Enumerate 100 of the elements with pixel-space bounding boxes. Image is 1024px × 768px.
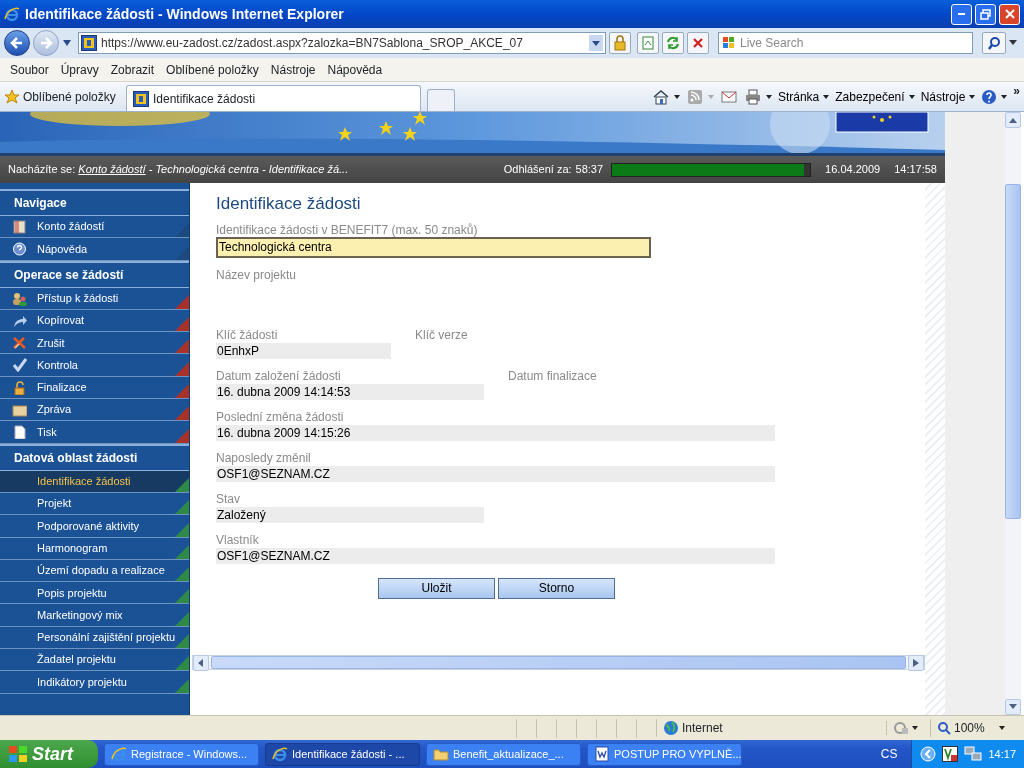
form-title: Identifikace žádosti	[216, 193, 362, 215]
people-icon	[12, 291, 27, 306]
nav-item[interactable]: Harmonogram	[0, 537, 189, 560]
taskbar-button[interactable]: Identifikace žádosti - ...	[265, 742, 420, 766]
field-label: Stav	[216, 491, 241, 506]
nav-item[interactable]: Kopírovat	[0, 309, 189, 333]
field-label: Název projektu	[216, 267, 297, 282]
nav-item[interactable]: Přístup k žádosti	[0, 287, 189, 310]
left-arrow-icon	[198, 658, 204, 667]
nav-item[interactable]: Konto žádostí	[0, 216, 189, 239]
field-label: Vlastník	[216, 532, 260, 547]
menu-item[interactable]: Úpravy	[54, 60, 105, 79]
stop-icon	[692, 37, 704, 49]
menu-item[interactable]: Nástroje	[264, 60, 322, 79]
nav-item[interactable]: Žadatel projektu	[0, 649, 189, 672]
ie-icon	[272, 746, 288, 762]
taskbar-button[interactable]: Registrace - Windows...	[104, 742, 259, 766]
nav-item[interactable]: Zrušit	[0, 332, 189, 355]
vertical-scrollbar[interactable]	[1005, 112, 1021, 715]
help-icon	[12, 242, 27, 257]
field-label: Identifikace žádosti v BENEFIT7 (max. 50 znaků)	[216, 222, 479, 237]
mail-icon[interactable]	[719, 88, 738, 105]
nav-item[interactable]: Indikátory projektu	[0, 671, 189, 694]
nav-item[interactable]: Identifikace žádosti	[0, 470, 189, 493]
printer-icon[interactable]	[743, 88, 762, 105]
menu-item[interactable]: Soubor	[4, 60, 55, 79]
field-label: Poslední změna žádosti	[216, 409, 345, 424]
command-menu[interactable]: Stránka	[777, 87, 830, 106]
field-value: OSF1@SEZNAM.CZ	[216, 465, 775, 482]
close-button[interactable]	[999, 3, 1020, 25]
nav-item[interactable]: Marketingový mix	[0, 604, 189, 627]
nav-item[interactable]: Popis projektu	[0, 582, 189, 605]
windows-flag-icon	[722, 36, 736, 50]
nav-item[interactable]: Tisk	[0, 421, 189, 444]
taskbar-button[interactable]: Benefit_aktualizace_...	[426, 742, 581, 766]
back-arrow-icon	[10, 36, 24, 50]
caret-icon[interactable]	[673, 94, 680, 99]
section-heading: Operace se žádostí	[0, 260, 189, 288]
menu-item[interactable]: Nápověda	[321, 60, 389, 79]
command-menu[interactable]: Nástroje	[920, 87, 976, 106]
language-indicator[interactable]: CS	[880, 745, 898, 763]
favorites-button[interactable]: Oblíbené položky	[4, 87, 120, 106]
clock: 14:17	[988, 746, 1016, 762]
back-button[interactable]	[4, 30, 30, 56]
down-arrow-icon	[1009, 704, 1017, 710]
nav-item[interactable]: Kontrola	[0, 354, 189, 377]
chevron-icon[interactable]	[920, 746, 937, 762]
more-button[interactable]: »	[1013, 82, 1020, 100]
nav-item[interactable]: Nápověda	[0, 238, 189, 261]
time: 14:17:58	[894, 162, 937, 178]
dropdown-arrow-icon[interactable]	[62, 39, 72, 47]
restore-button[interactable]	[975, 3, 996, 25]
nav-item[interactable]: Území dopadu a realizace	[0, 559, 189, 583]
help-icon[interactable]	[981, 88, 998, 105]
network-icon[interactable]	[964, 746, 983, 762]
dropdown-arrow-icon[interactable]	[1009, 40, 1017, 46]
input-field[interactable]: Technologická centra	[216, 236, 651, 258]
checkmark-icon	[12, 358, 27, 373]
nav-item[interactable]: Personální zajištění projektu	[0, 626, 189, 650]
caret-icon[interactable]	[765, 94, 772, 99]
form-button[interactable]: Storno	[498, 577, 615, 599]
nav-item[interactable]: Finalizace	[0, 376, 189, 400]
address-field[interactable]: https://www.eu-zadost.cz/zadost.aspx?zalozka=BN7Sablona_SROP_AKCE_07	[78, 32, 606, 54]
lock-button[interactable]	[609, 32, 631, 54]
field-label: Datum finalizace	[508, 368, 597, 383]
command-menu[interactable]: Zabezpečení	[835, 87, 915, 106]
caret-icon[interactable]	[1001, 94, 1008, 99]
zoom-control[interactable]: 100%	[930, 719, 1020, 737]
horizontal-scrollbar[interactable]	[192, 655, 925, 670]
restore-icon	[980, 8, 991, 20]
menu-item[interactable]: Zobrazit	[104, 60, 161, 79]
envelope-icon	[12, 403, 27, 418]
tray-app-icon[interactable]	[942, 746, 959, 762]
date: 16.04.2009	[825, 162, 881, 178]
nav-item[interactable]: Projekt	[0, 492, 189, 516]
ie-icon	[111, 746, 127, 762]
security-zone[interactable]: Internet	[656, 719, 886, 737]
search-button[interactable]	[982, 32, 1006, 54]
search-field[interactable]: Live Search	[718, 32, 973, 54]
menu-item[interactable]: Oblíbené položky	[160, 60, 265, 79]
form-button[interactable]: Uložit	[378, 577, 495, 599]
document-icon	[12, 425, 27, 440]
minimize-icon	[958, 13, 965, 15]
browser-tab[interactable]: Identifikace žádosti	[126, 85, 421, 111]
page-icon	[641, 36, 655, 50]
start-button[interactable]: Start	[0, 740, 98, 768]
nav-item[interactable]: Podporované aktivity	[0, 515, 189, 538]
field-label: Naposledy změnil	[216, 450, 312, 465]
padlock-icon	[613, 35, 627, 51]
nav-item[interactable]: Zpráva	[0, 399, 189, 422]
home-icon[interactable]	[651, 88, 670, 105]
refresh-button[interactable]	[662, 32, 684, 54]
up-arrow-icon	[1009, 117, 1017, 123]
field-label: Klíč verze	[415, 327, 468, 342]
breadcrumb-link[interactable]: Konto žádostí	[78, 163, 146, 176]
stop-button[interactable]	[687, 32, 709, 54]
taskbar-button[interactable]: POSTUP PRO VYPLNĚ...	[587, 742, 742, 766]
logout-countdown: 58:37	[575, 162, 604, 178]
site-icon	[81, 35, 97, 51]
minimize-button[interactable]	[951, 3, 972, 25]
